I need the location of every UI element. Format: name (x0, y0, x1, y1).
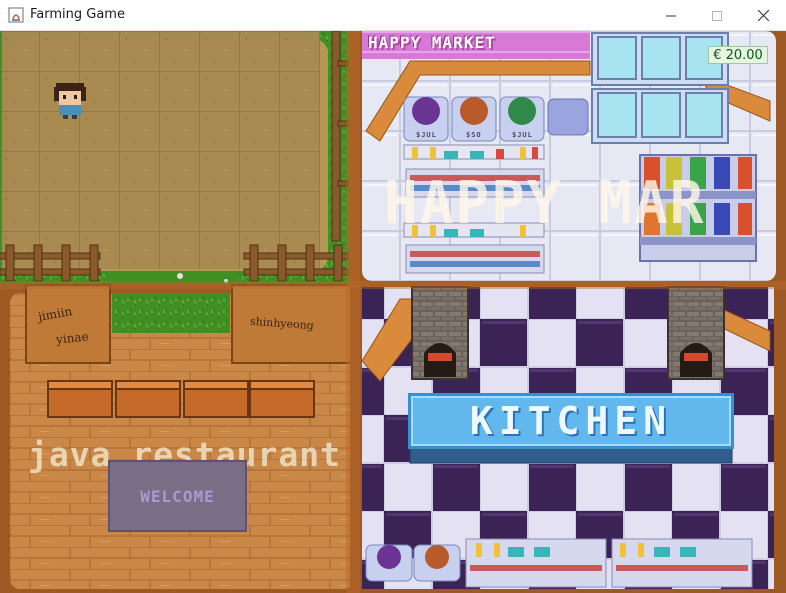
price-tag-labels: $JUL $SO $JUL (416, 131, 533, 139)
price-tag-2: $SO (466, 131, 482, 139)
market-sign: HAPPY MARKET (368, 33, 496, 52)
welcome-mat[interactable]: WELCOME (108, 460, 247, 532)
close-button[interactable] (740, 0, 786, 31)
close-icon (757, 10, 769, 21)
restaurant-tables (47, 380, 315, 418)
minimize-button[interactable] (648, 0, 694, 31)
window-titlebar[interactable]: Farming Game (0, 0, 786, 31)
stone-oven-left (411, 286, 469, 380)
farm-plot-grid (2, 31, 320, 269)
java-app-icon (8, 7, 24, 23)
kitchen-sign[interactable]: KITCHEN (408, 393, 734, 449)
stone-oven-right (667, 286, 725, 380)
kitchen-counter-shelves (365, 538, 753, 588)
market-overlay-label: HAPPY MAR (384, 169, 706, 238)
welcome-text: WELCOME (140, 486, 215, 506)
maximize-icon (712, 10, 722, 21)
price-tag-1: $JUL (416, 131, 437, 139)
kitchen-sign-text: KITCHEN (469, 399, 673, 443)
window-title: Farming Game (30, 7, 125, 22)
price-tag-3: $JUL (512, 131, 533, 139)
kitchen-sign-base (409, 446, 733, 464)
money-display: € 20.00 (708, 46, 768, 64)
maximize-button[interactable] (694, 0, 740, 31)
game-canvas[interactable]: $JUL $SO $JUL HAPPY MARKET € 20.00 HAPPY… (0, 31, 786, 593)
minimize-icon (666, 15, 676, 16)
